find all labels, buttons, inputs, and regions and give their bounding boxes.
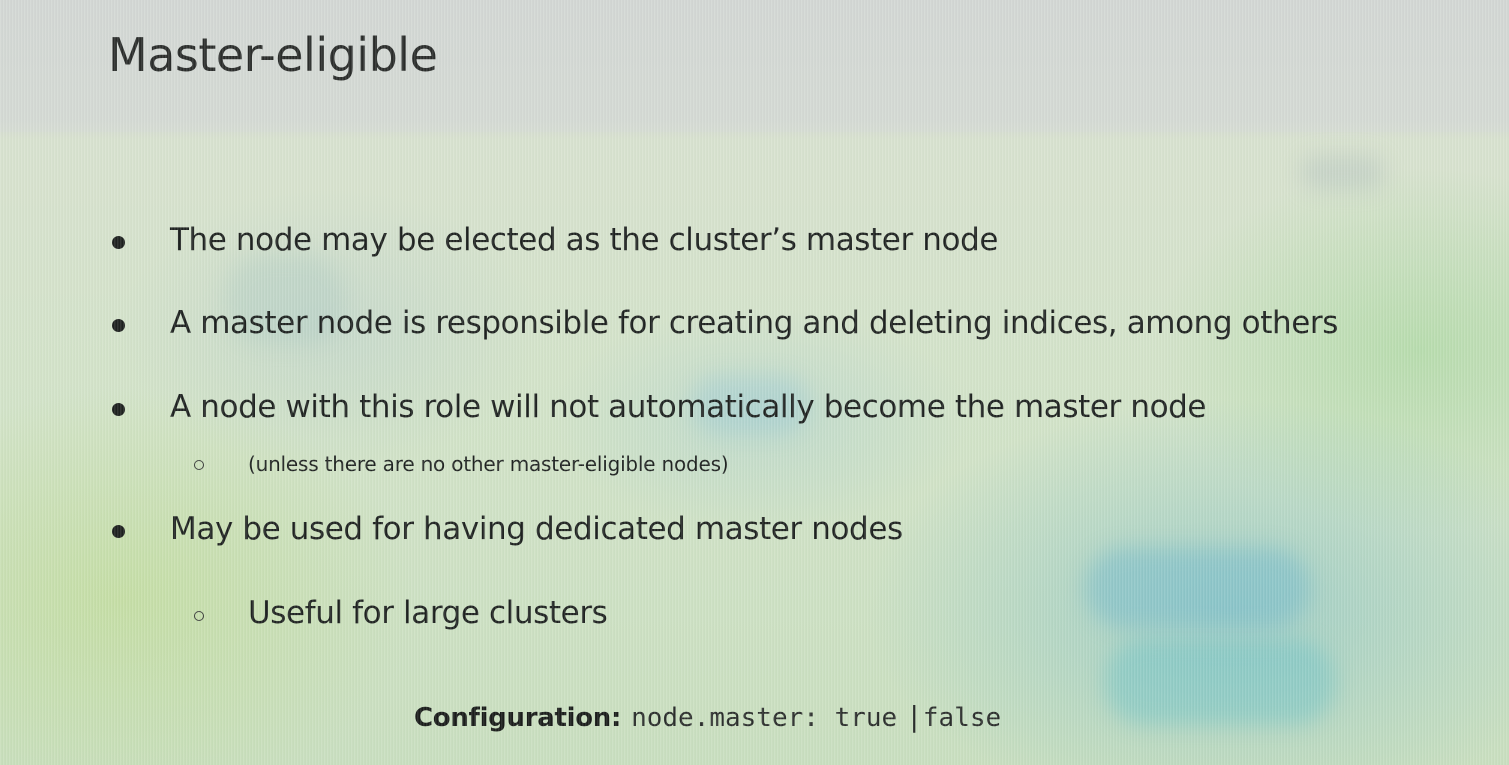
bullet-text: The node may be elected as the cluster’s… [170,222,999,258]
bullet-dot-icon [112,319,125,332]
bullet-dot-icon [112,525,125,538]
background-shape [1105,640,1335,725]
slide-title: Master-eligible [108,28,438,82]
bullet-text: A node with this role will not automatic… [170,389,1207,425]
background-shape [1300,155,1385,190]
configuration-code: node.master: true [631,703,898,733]
sub-bullet-circle-icon [194,460,204,470]
background-shape [1085,548,1310,628]
sub-bullet-text: Useful for large clusters [248,595,608,631]
configuration-line: Configuration: node.master: true | false [414,700,1001,733]
bullet-text: A master node is responsible for creatin… [170,305,1338,341]
bullet-text: May be used for having dedicated master … [170,511,903,547]
bullet-dot-icon [112,403,125,416]
sub-bullet-text: (unless there are no other master-eligib… [248,452,729,476]
bullet-dot-icon [112,236,125,249]
configuration-label: Configuration: [414,703,622,733]
configuration-alt-value: false [922,703,1002,733]
configuration-separator: | [909,700,919,733]
sub-bullet-circle-icon [194,611,204,621]
